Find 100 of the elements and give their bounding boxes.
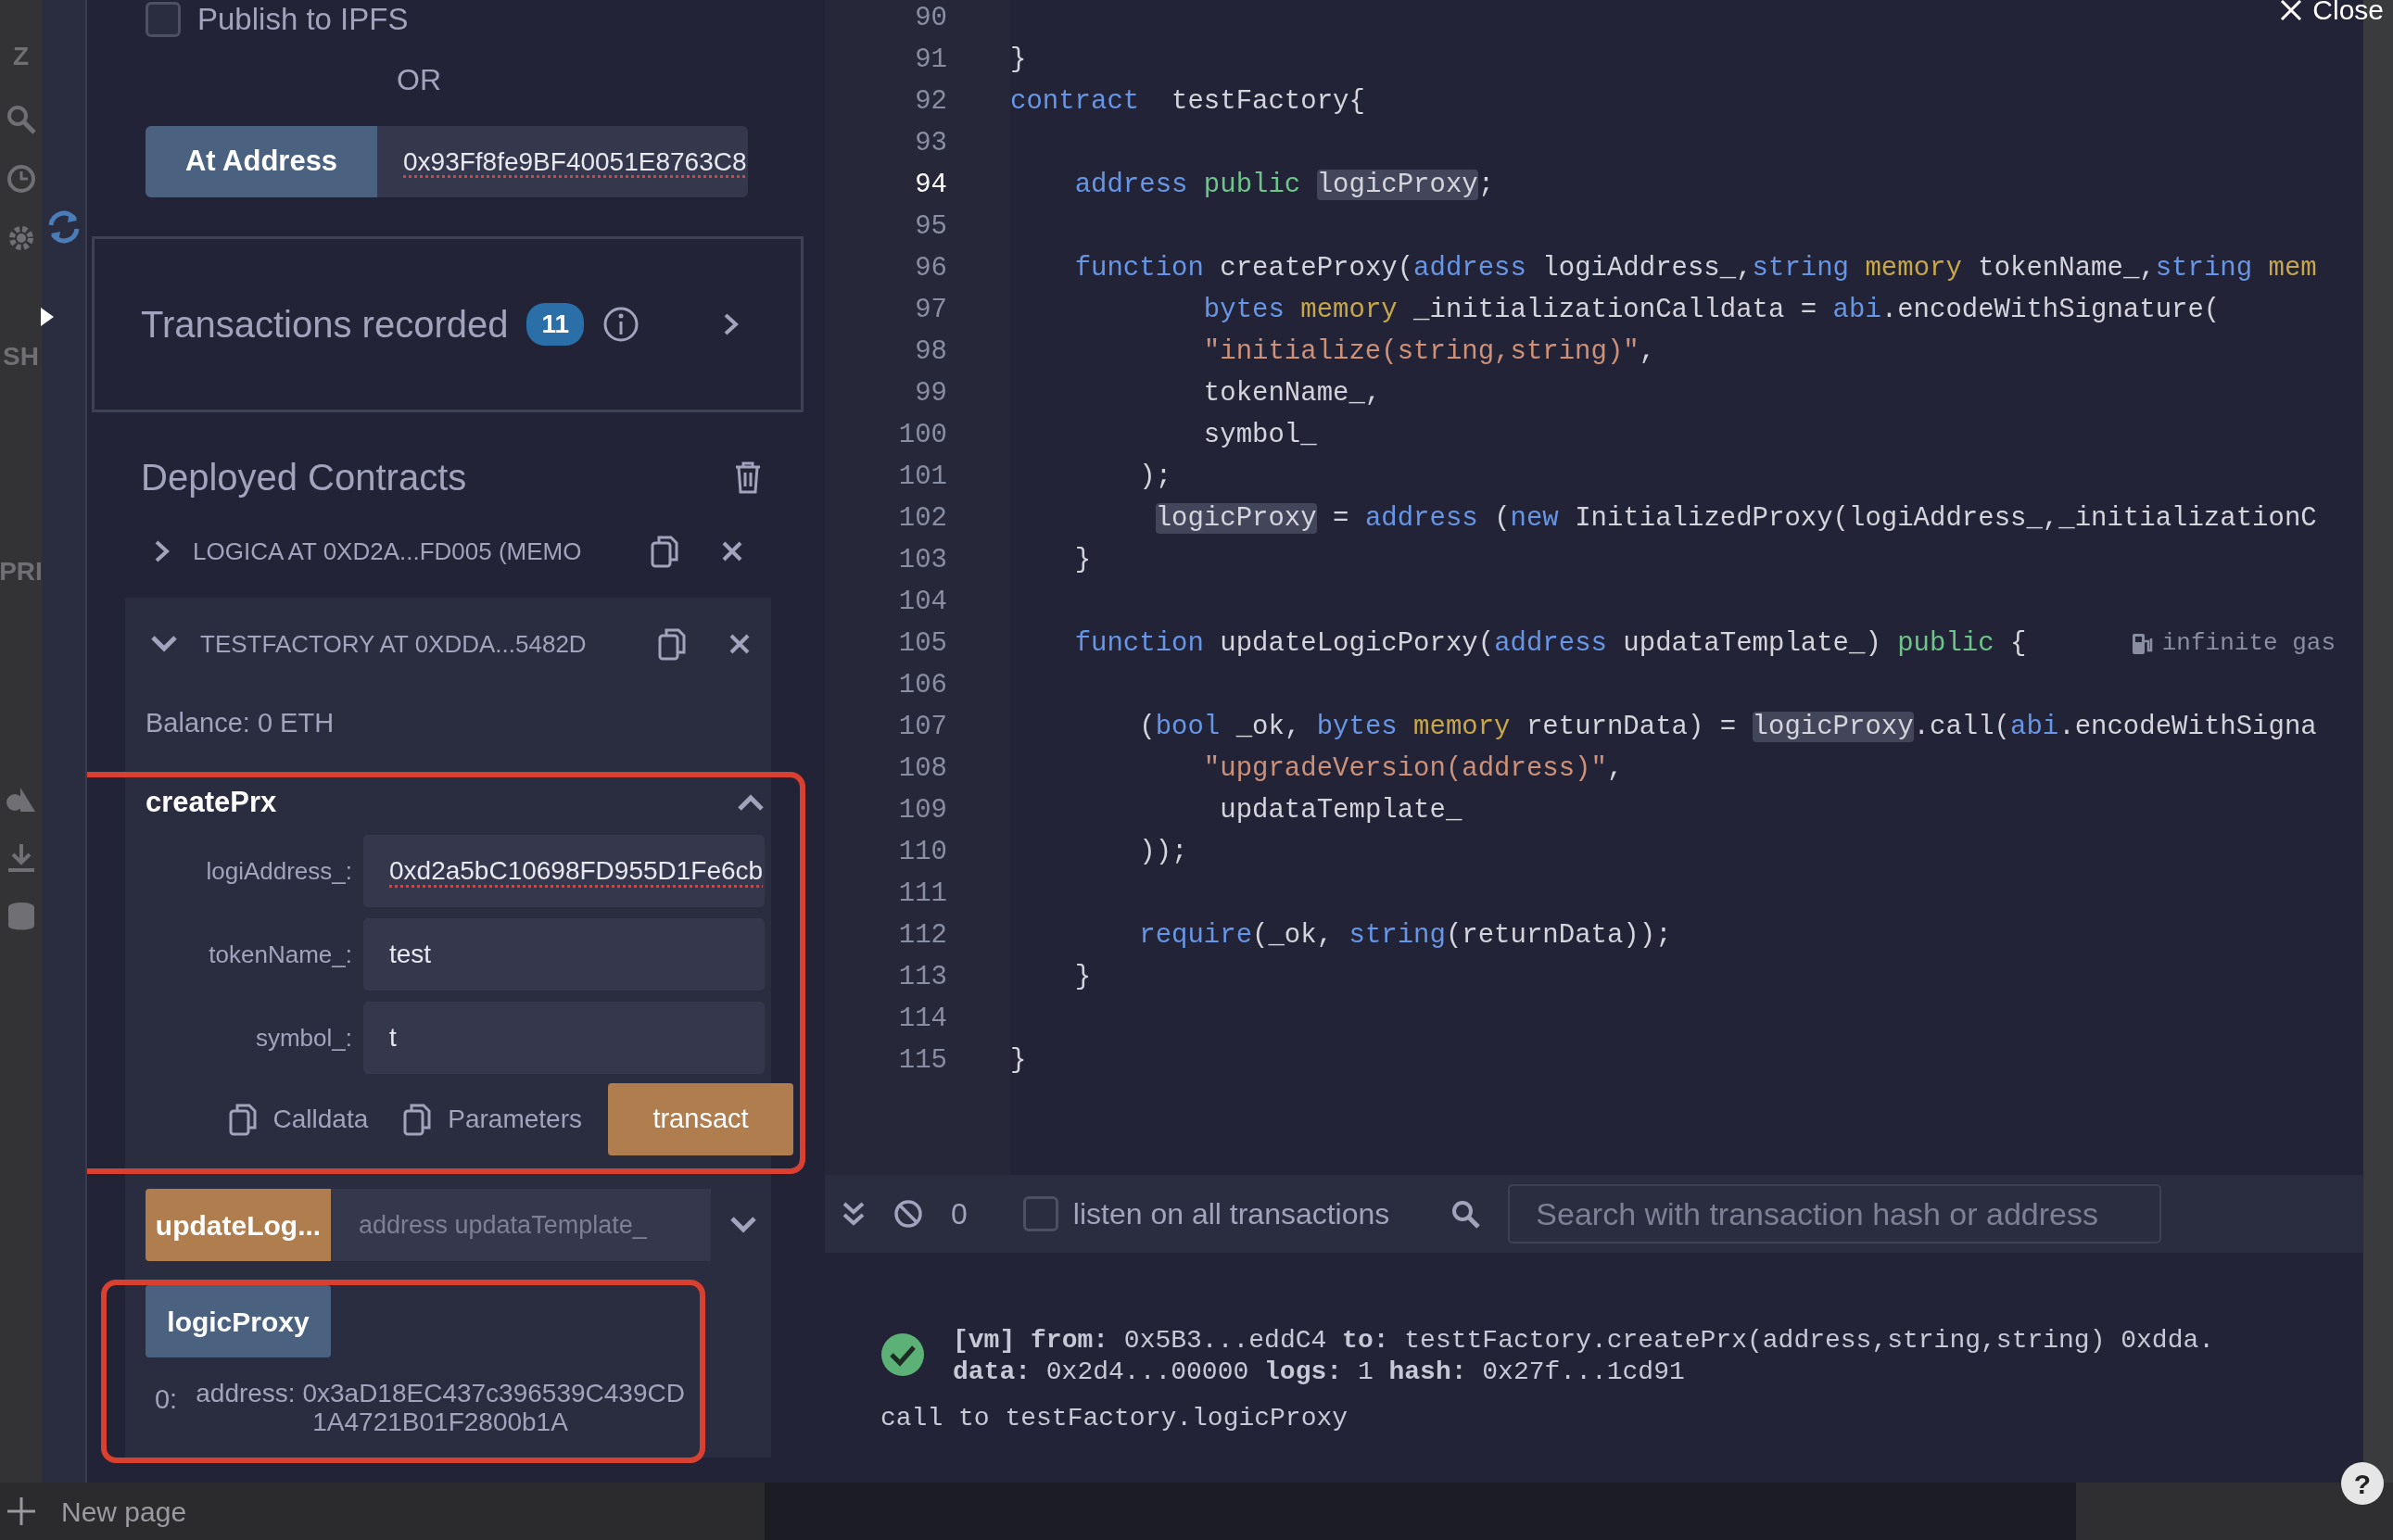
search-field[interactable]: Search with transaction hash or address [1508, 1184, 2162, 1243]
plus-icon[interactable] [6, 1496, 37, 1527]
sidebar-label: PRI [0, 556, 43, 587]
chevron-down-icon[interactable] [150, 635, 178, 653]
line-number: 103 [897, 544, 948, 577]
code-line: (bool _ok, bytes memory returnData) = logicProxy.call(abi.encodeWithSigna [1138, 711, 2317, 744]
chevron-up-icon[interactable] [737, 792, 765, 812]
transactions-title: Transactions recorded [141, 303, 509, 347]
search-icon[interactable] [5, 104, 37, 135]
chevron-right-icon[interactable] [723, 312, 741, 336]
code-line: } [1073, 544, 1092, 577]
close-icon [2279, 0, 2304, 22]
copy-button[interactable]: Parameters [394, 1100, 591, 1139]
help-button[interactable]: ? [2341, 1462, 2384, 1505]
line-number: 110 [897, 836, 948, 869]
at-address-button[interactable]: At Address [146, 126, 377, 197]
transact-button[interactable]: transact [608, 1083, 793, 1155]
line-number: 112 [897, 919, 948, 953]
result-index: 0: [154, 1383, 178, 1416]
code-line: tokenName_, [1202, 377, 1382, 410]
sidebar-label: Z [12, 41, 30, 72]
close-button[interactable]: Close [2279, 0, 2384, 31]
close-icon[interactable] [728, 633, 751, 655]
function-title: createPrx [146, 784, 277, 820]
clear-icon[interactable] [893, 1199, 923, 1229]
contract-name: LOGICA AT 0XD2A...FD005 (MEMO [193, 536, 583, 567]
parameter-label: logiAddress_: [205, 855, 353, 887]
balance-text: Balance: 0 ETH [146, 707, 336, 739]
or-text: OR [396, 62, 442, 98]
copy-icon[interactable] [228, 1103, 257, 1136]
copy-icon[interactable] [658, 627, 686, 661]
close-icon[interactable] [721, 540, 743, 562]
log-text: data: 0x2d4...00000 logs: 1 hash: 0x27f...1cd91 [953, 1357, 1686, 1388]
input-field[interactable]: 0xd2a5bC10698FD955D1Fe6cb [363, 835, 765, 907]
code-line: } [1010, 1044, 1027, 1078]
code-line: updataTemplate_ [1219, 794, 1462, 827]
code-line: require(_ok, string(returnData)); [1138, 919, 1672, 953]
result-value: address: 0x3aD18EC437c396539C439CD1A4721B01F2800b1A [195, 1380, 686, 1437]
search-icon[interactable] [1450, 1199, 1481, 1229]
code-line: ); [1138, 461, 1172, 494]
line-number: 115 [897, 1044, 948, 1078]
line-number: 92 [914, 85, 948, 119]
check-icon [880, 1332, 925, 1377]
address-field[interactable]: 0x93Ff8fe9BF40051E8763C8 [377, 126, 748, 197]
checkbox-label: listen on all transactions [1072, 1196, 1390, 1232]
copy-icon[interactable] [651, 535, 678, 568]
checkbox[interactable] [146, 2, 181, 37]
line-number: 101 [897, 461, 948, 494]
line-number: 107 [897, 711, 948, 744]
triangle-icon[interactable] [39, 306, 56, 328]
line-number: 96 [914, 252, 948, 285]
function-button[interactable]: updateLog... [146, 1189, 331, 1261]
fuel-icon [2130, 631, 2153, 656]
checkbox[interactable] [1022, 1196, 1058, 1231]
double-chevron-down-icon[interactable] [842, 1201, 866, 1227]
code-line: symbol_ [1202, 419, 1317, 452]
chevron-down-icon[interactable] [729, 1216, 757, 1234]
line-number: 90 [914, 2, 948, 35]
pending-count: 0 [951, 1196, 968, 1232]
line-number: 102 [897, 502, 948, 536]
line-number: 99 [914, 377, 948, 410]
line-number: 95 [914, 210, 948, 244]
line-number: 100 [897, 419, 948, 452]
line-number: 105 [897, 627, 948, 661]
code-line: )); [1138, 836, 1188, 869]
code-line: "upgradeVersion(address)", [1202, 752, 1624, 786]
info-icon[interactable] [602, 306, 640, 343]
input-field[interactable]: test [363, 918, 765, 991]
line-number: 98 [914, 335, 948, 369]
line-number: 91 [914, 44, 948, 77]
input-field[interactable]: t [363, 1002, 765, 1074]
code-line: } [1073, 961, 1092, 994]
new-page-link[interactable]: New page [61, 1490, 187, 1533]
trash-icon[interactable] [734, 461, 762, 494]
copy-icon[interactable] [403, 1103, 432, 1136]
contract-name: TESTFACTORY AT 0XDDA...5482D [200, 628, 588, 660]
checkbox-label: Publish to IPFS [197, 2, 409, 37]
sidebar-label: SH [3, 341, 39, 372]
log-text: call to testFactory.logicProxy [880, 1403, 1348, 1434]
code-line: "initialize(string,string)", [1202, 335, 1656, 369]
line-number: 108 [897, 752, 948, 786]
line-number: 97 [914, 294, 948, 327]
code-line: } [1010, 44, 1027, 77]
code-line: logicProxy = address (new InitializedProxy(logiAddress_,_initializationC [1154, 502, 2317, 536]
parameter-label: tokenName_: [208, 939, 353, 970]
function-button[interactable]: logicProxy [146, 1285, 331, 1357]
clock-icon[interactable] [5, 163, 37, 195]
line-number: 113 [897, 961, 948, 994]
chevron-right-icon[interactable] [154, 539, 171, 563]
code-line: function updateLogicPorxy(address updataTemplate_) public { [1073, 627, 2027, 661]
code-line: function createProxy(address logiAddress_,string memory tokenName_,string mem [1073, 252, 2317, 285]
shapes-icon[interactable] [5, 786, 37, 814]
copy-button[interactable]: Calldata [219, 1100, 378, 1139]
section-title: Deployed Contracts [141, 456, 467, 499]
line-number: 94 [914, 169, 948, 202]
transactions-card[interactable]: Transactions recorded 11 [92, 236, 804, 412]
line-number: 109 [897, 794, 948, 827]
line-number: 111 [897, 877, 948, 911]
parameter-label: symbol_: [254, 1022, 353, 1054]
line-number: 114 [897, 1003, 948, 1036]
